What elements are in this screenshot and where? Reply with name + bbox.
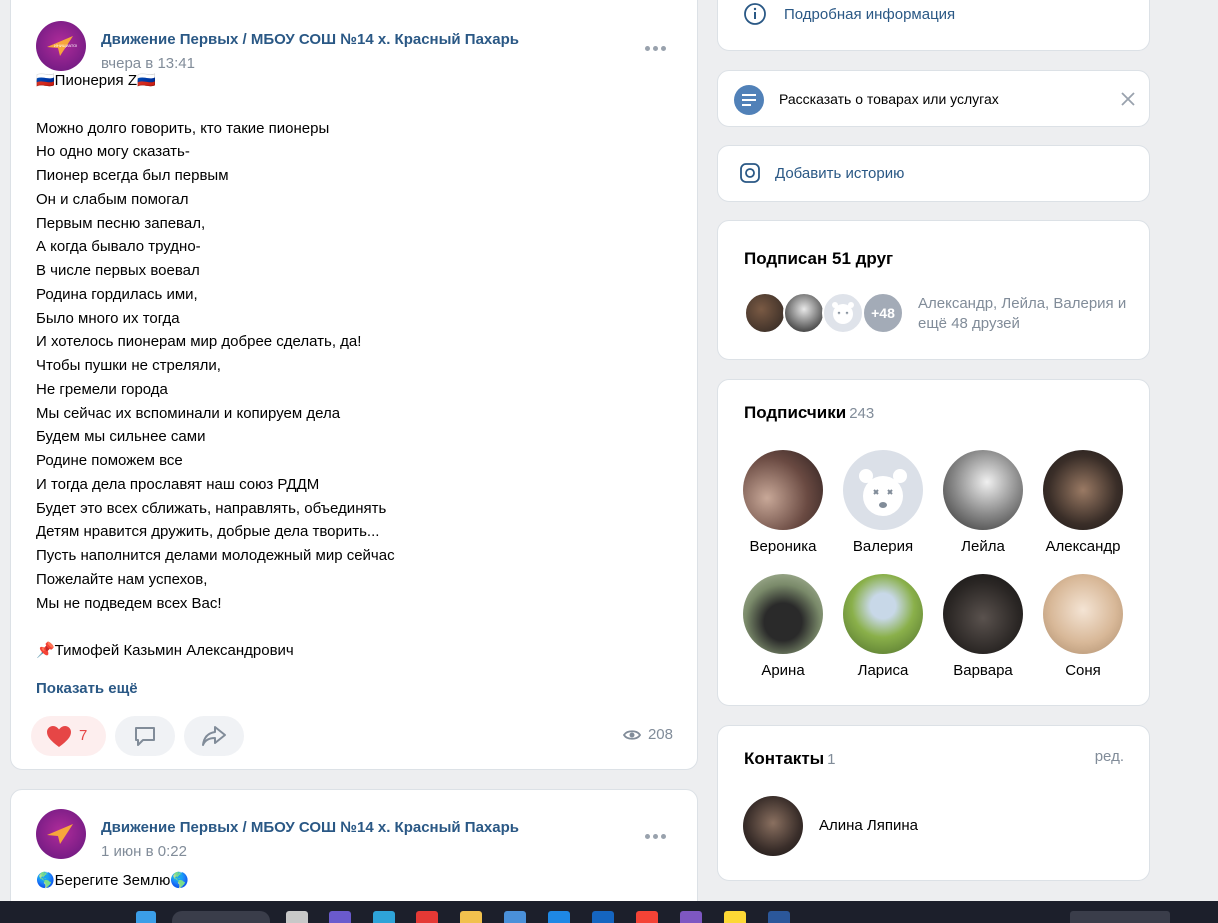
subscriber-name: Александр [1045, 538, 1121, 555]
tray-icons[interactable] [1070, 911, 1170, 923]
taskbar [0, 901, 1218, 923]
info-card: Подробная информация [717, 0, 1150, 51]
post-card: ИНИЦИАТОРЫ Движение Первых / МБОУ СОШ №1… [10, 0, 698, 770]
close-icon[interactable] [1121, 92, 1135, 106]
contact-name[interactable]: Алина Ляпина [819, 817, 918, 834]
task-view-icon[interactable] [286, 911, 308, 923]
default-avatar-icon [832, 302, 854, 324]
edit-contacts-link[interactable]: ред. [1095, 748, 1124, 765]
like-count: 7 [79, 727, 88, 744]
post-text: 🇷🇺Пионерия Z🇷🇺 Можно долго говорить, кто… [36, 72, 395, 659]
subscriber-name: Арина [761, 662, 805, 679]
contacts-count: 1 [827, 751, 836, 768]
eye-icon [622, 730, 641, 740]
windows-start-icon[interactable] [136, 911, 156, 923]
svg-text:ИНИЦИАТОРЫ: ИНИЦИАТОРЫ [54, 43, 77, 48]
subscriber-avatar [1043, 450, 1123, 530]
contacts-label: Контакты [744, 749, 825, 768]
word-icon[interactable] [768, 911, 790, 923]
search-box[interactable] [172, 911, 270, 923]
edge-browser-icon[interactable] [373, 911, 395, 923]
yandex-browser-icon[interactable] [416, 911, 438, 923]
subscriber-name: Лейла [961, 538, 1005, 555]
friends-card: Подписан 51 друг +48 Александр, Лейла, В… [717, 220, 1150, 360]
subscribers-count: 243 [849, 405, 875, 422]
share-button[interactable] [184, 716, 244, 756]
view-count: 208 [622, 726, 673, 743]
subscriber[interactable]: Лариса [833, 574, 933, 679]
friend-avatar[interactable] [744, 292, 786, 334]
group-logo-icon: ИНИЦИАТОРЫ [47, 36, 77, 56]
show-more-link[interactable]: Показать ещё [36, 680, 138, 697]
more-options-icon[interactable] [645, 43, 669, 53]
post-time[interactable]: 1 июн в 0:22 [101, 843, 187, 860]
group-logo-icon [47, 824, 73, 844]
group-name-link[interactable]: Движение Первых / МБОУ СОШ №14 х. Красны… [101, 31, 519, 48]
camera-icon [740, 163, 760, 183]
subscriber-avatar [943, 450, 1023, 530]
subscriber-avatar [843, 450, 923, 530]
post-text: 🌎Берегите Землю🌎 [36, 872, 190, 889]
app-icon[interactable] [329, 911, 351, 923]
subscriber-name: Варвара [953, 662, 1013, 679]
subscriber-avatar [1043, 574, 1123, 654]
subscriber-name: Лариса [857, 662, 909, 679]
heart-icon [47, 726, 71, 747]
subscribers-card: Подписчики 243 Вероника Валерия Лейла Але… [717, 379, 1150, 706]
subscribers-label: Подписчики [744, 403, 847, 422]
group-avatar[interactable] [36, 809, 86, 859]
group-name-link[interactable]: Движение Первых / МБОУ СОШ №14 х. Красны… [101, 819, 519, 836]
subscriber-name: Соня [1065, 662, 1101, 679]
subscriber[interactable]: Соня [1033, 574, 1133, 679]
subscriber-avatar [743, 450, 823, 530]
app-icon[interactable] [680, 911, 702, 923]
friend-avatar[interactable] [783, 292, 825, 334]
group-avatar[interactable]: ИНИЦИАТОРЫ [36, 21, 86, 71]
subscriber[interactable]: Александр [1033, 450, 1133, 555]
subscriber-avatar [943, 574, 1023, 654]
subscribers-title[interactable]: Подписчики 243 [744, 403, 874, 423]
friends-names[interactable]: Александр, Лейла, Валерия и ещё 48 друзе… [918, 294, 1128, 334]
views-value: 208 [647, 726, 673, 743]
promo-text[interactable]: Рассказать о товарах или услугах [779, 91, 999, 107]
subscriber-name: Валерия [852, 538, 914, 555]
app-icon[interactable] [548, 911, 570, 923]
promo-card: Рассказать о товарах или услугах [717, 70, 1150, 127]
subscriber[interactable]: Валерия [833, 450, 933, 555]
friends-title[interactable]: Подписан 51 друг [744, 249, 893, 269]
share-icon [202, 726, 226, 746]
subscriber[interactable]: Арина [733, 574, 833, 679]
subscriber-avatar [843, 574, 923, 654]
subscriber[interactable]: Варвара [933, 574, 1033, 679]
subscriber[interactable]: Лейла [933, 450, 1033, 555]
contacts-title[interactable]: Контакты 1 [744, 749, 836, 769]
contact-avatar[interactable] [743, 796, 803, 856]
comment-button[interactable] [115, 716, 175, 756]
store-icon[interactable] [504, 911, 526, 923]
friend-avatar[interactable] [822, 292, 864, 334]
info-icon [744, 3, 766, 25]
app-icon[interactable] [724, 911, 746, 923]
comment-icon [135, 727, 155, 746]
yandex-icon[interactable] [636, 911, 658, 923]
subscriber-name: Вероника [749, 538, 817, 555]
mail-icon[interactable] [592, 911, 614, 923]
add-story-link[interactable]: Добавить историю [775, 165, 904, 182]
post-header: Движение Первых / МБОУ СОШ №14 х. Красны… [36, 809, 677, 865]
more-options-icon[interactable] [645, 831, 669, 841]
subscriber[interactable]: Вероника [733, 450, 833, 555]
more-info-link[interactable]: Подробная информация [784, 6, 955, 23]
default-avatar-icon [859, 469, 907, 516]
like-button[interactable]: 7 [31, 716, 106, 756]
story-card: Добавить историю [717, 145, 1150, 202]
file-explorer-icon[interactable] [460, 911, 482, 923]
more-friends-badge[interactable]: +48 [862, 292, 904, 334]
contacts-card: Контакты 1 ред. Алина Ляпина [717, 725, 1150, 881]
subscriber-avatar [743, 574, 823, 654]
list-icon [734, 85, 764, 115]
